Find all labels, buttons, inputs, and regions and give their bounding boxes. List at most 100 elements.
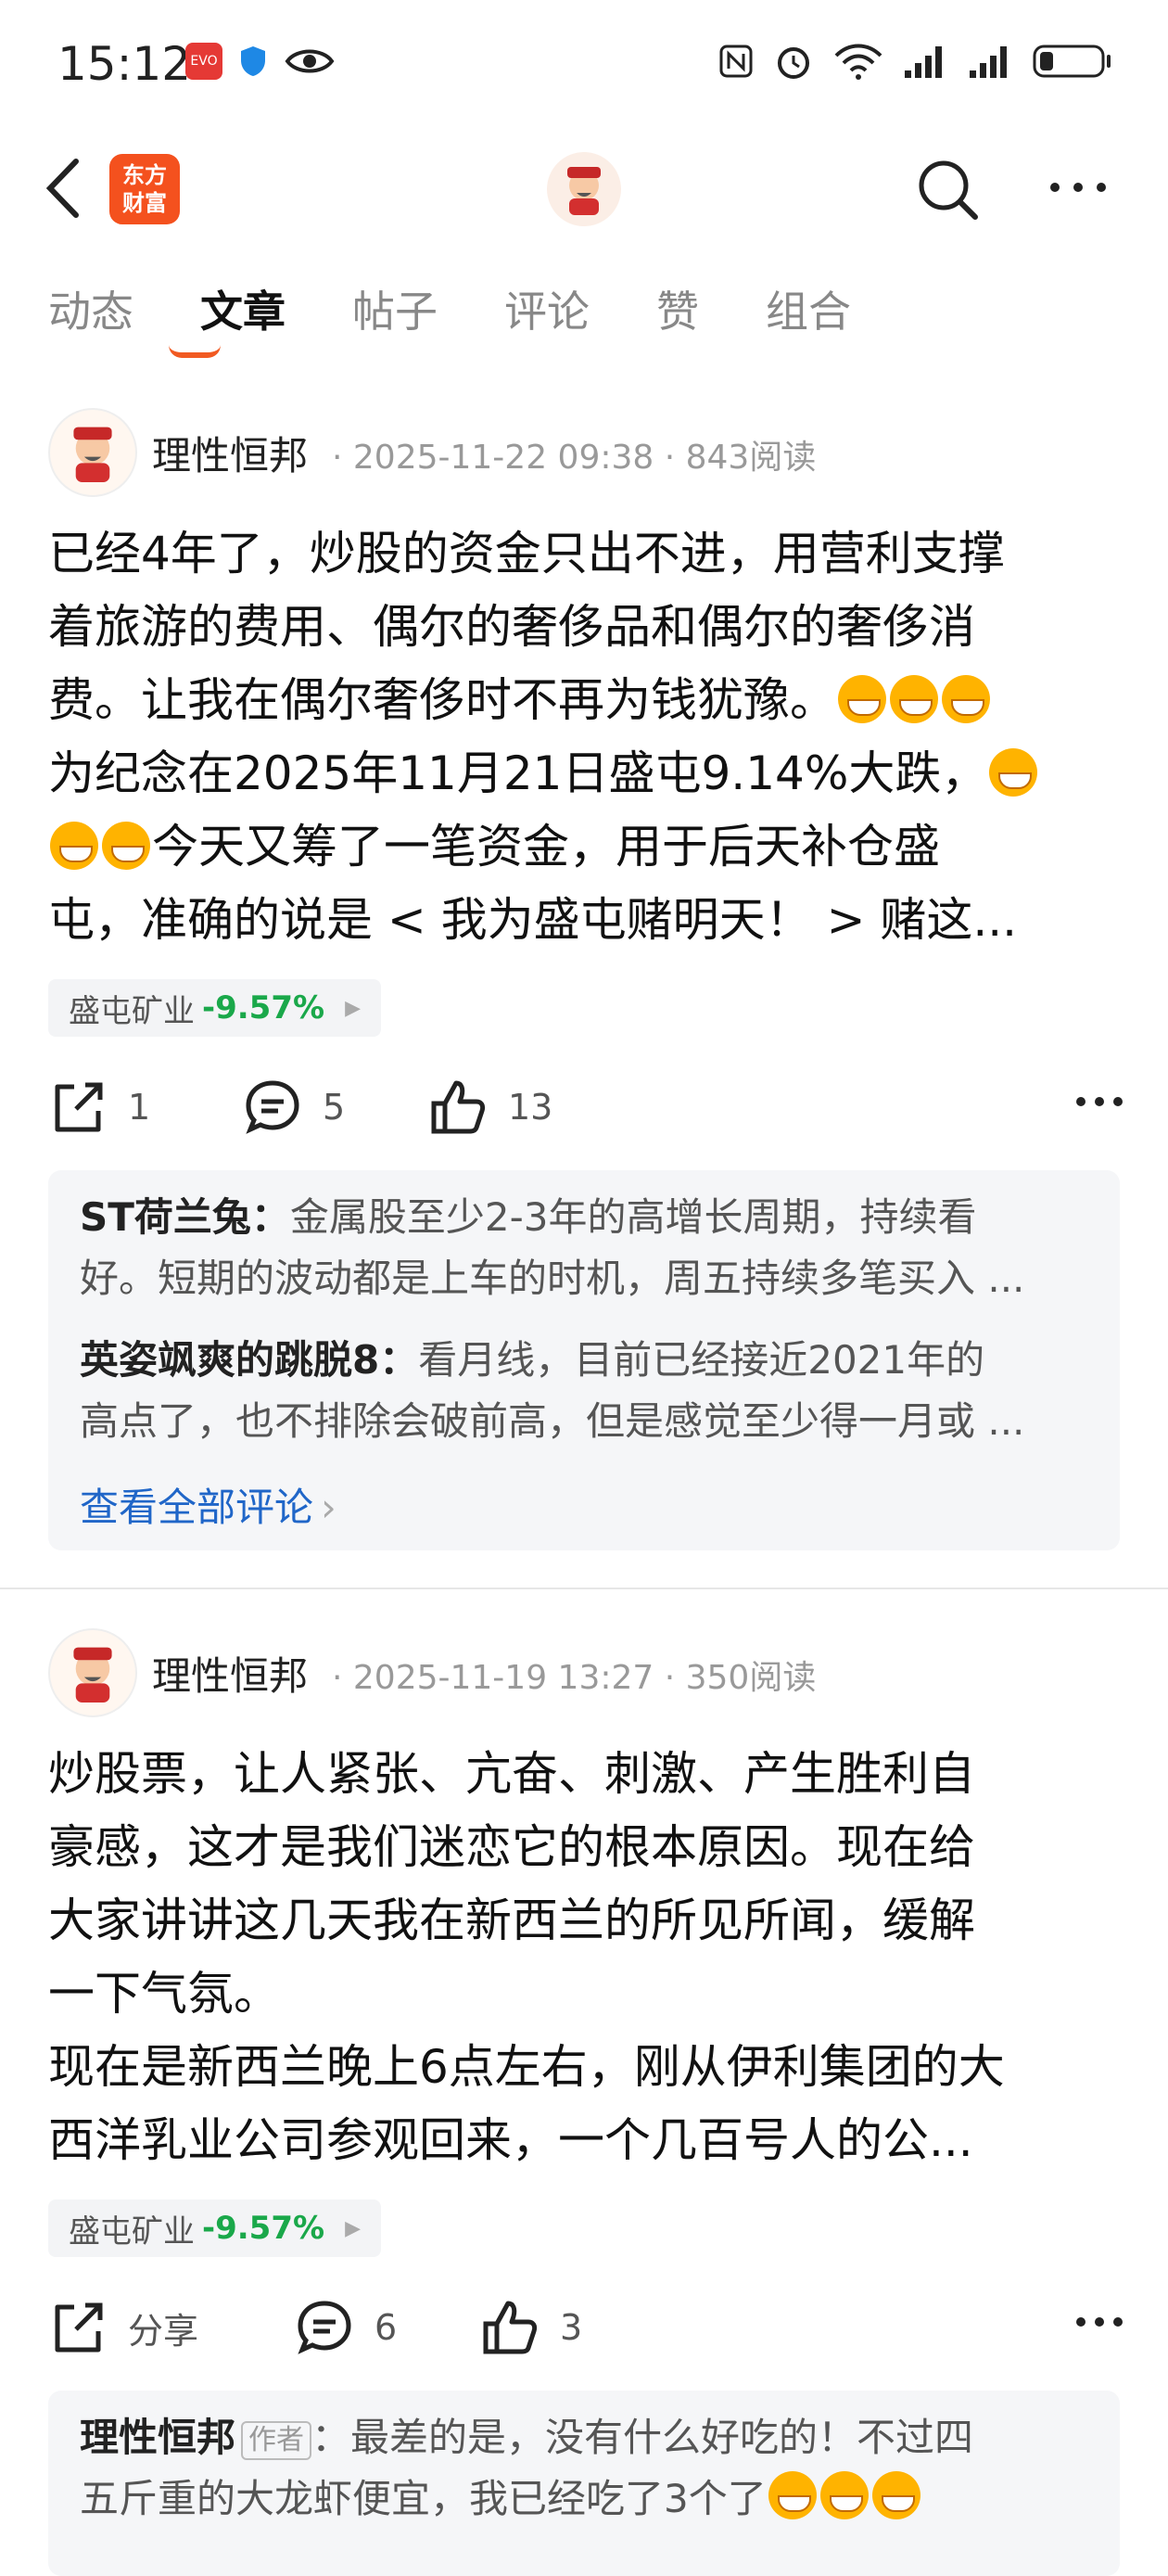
tab-comments[interactable]: 评论 xyxy=(504,278,590,339)
tab-posts[interactable]: 帖子 xyxy=(352,278,438,339)
comment-preview-box[interactable]: ST荷兰兔：金属股至少2-3年的高增长周期，持续看 好。短期的波动都是上车的时机… xyxy=(48,1170,1120,1550)
share-button[interactable]: 分享 xyxy=(48,2298,198,2357)
stock-name: 盛屯矿业 xyxy=(69,992,195,1030)
comment-icon xyxy=(298,2301,351,2354)
commenter-name[interactable]: 英姿飒爽的跳脱8： xyxy=(80,1337,418,1383)
grin-emoji-icon xyxy=(102,822,150,870)
stock-change: -9.57% xyxy=(202,989,325,1027)
alarm-icon xyxy=(778,47,809,79)
god-of-wealth-avatar-icon xyxy=(73,1647,112,1702)
commenter-name[interactable]: ST荷兰兔： xyxy=(80,1194,290,1240)
shield-icon xyxy=(241,46,265,76)
profile-avatar[interactable] xyxy=(547,152,621,226)
stock-change: -9.57% xyxy=(202,2210,325,2247)
status-bar: 15:12 EVO xyxy=(0,0,1168,130)
nfc-icon xyxy=(719,45,753,78)
comment-button[interactable]: 6 xyxy=(295,2298,397,2357)
like-button[interactable]: 13 xyxy=(428,1078,552,1137)
body-line: 屯，准确的说是 < 我为盛屯赌明天！ > 赌这... xyxy=(48,893,1018,947)
body-line: 大家讲讲这几天我在新西兰的所见所闻，缓解 xyxy=(48,1894,975,1947)
thumbs-up-icon xyxy=(431,1080,486,1134)
body-line: 已经4年了，炒股的资金只出不进，用营利支撑 xyxy=(48,527,1005,580)
post-body[interactable]: 已经4年了，炒股的资金只出不进，用营利支撑 着旅游的费用、偶尔的奢侈品和偶尔的奢… xyxy=(48,517,1124,957)
thumbs-up-icon xyxy=(483,2301,538,2354)
comment-preview[interactable]: ST荷兰兔：金属股至少2-3年的高增长周期，持续看 好。短期的波动都是上车的时机… xyxy=(80,1187,1090,1309)
comment-count: 5 xyxy=(323,1087,346,1128)
logo-text-line1: 东方 xyxy=(122,162,167,188)
wifi-icon xyxy=(834,44,882,80)
grin-emoji-icon xyxy=(50,822,98,870)
article-card[interactable]: 理性恒邦 · 2025-11-19 13:27 · 350阅读 炒股票，让人紧张… xyxy=(0,1625,1168,2576)
author-avatar[interactable] xyxy=(48,408,137,497)
back-arrow-icon[interactable] xyxy=(41,156,87,221)
evo-app-icon: EVO xyxy=(185,43,222,80)
play-arrow-icon: ▶ xyxy=(345,996,361,1020)
grin-emoji-icon xyxy=(871,2471,920,2519)
article-card[interactable]: 理性恒邦 · 2025-11-22 09:38 · 843阅读 已经4年了，炒股… xyxy=(0,404,1168,1573)
view-all-comments-link[interactable]: 查看全部评论 › xyxy=(80,1476,336,1533)
post-meta: · 2025-11-19 13:27 · 350阅读 xyxy=(332,1659,817,1697)
author-name[interactable]: 理性恒邦 xyxy=(152,1645,308,1702)
battery-icon xyxy=(1033,45,1111,78)
share-label: 1 xyxy=(128,1087,151,1128)
comment-button[interactable]: 5 xyxy=(243,1078,345,1137)
stock-tag[interactable]: 盛屯矿业 -9.57% ▶ xyxy=(48,979,381,1037)
share-label: 分享 xyxy=(128,2310,199,2352)
more-options-icon[interactable] xyxy=(1075,1083,1124,1120)
signal-icon-1 xyxy=(905,46,942,78)
grin-emoji-icon xyxy=(942,675,990,723)
active-tab-indicator xyxy=(169,345,221,358)
body-line: 一下气氛。 xyxy=(48,1967,280,2021)
search-icon[interactable] xyxy=(914,156,981,223)
body-line: 豪感，这才是我们迷恋它的根本原因。现在给 xyxy=(48,1820,975,1874)
top-nav: 东方 财富 xyxy=(0,139,1168,241)
body-line: 炒股票，让人紧张、亢奋、刺激、产生胜利自 xyxy=(48,1747,975,1801)
share-icon xyxy=(55,1082,103,1132)
god-of-wealth-avatar-icon xyxy=(73,427,112,482)
body-line-with-emoji: 费。让我在偶尔奢侈时不再为钱犹豫。 xyxy=(48,664,1124,737)
post-body[interactable]: 炒股票，让人紧张、亢奋、刺激、产生胜利自 豪感，这才是我们迷恋它的根本原因。现在… xyxy=(48,1738,1124,2177)
grin-emoji-icon xyxy=(819,2471,869,2519)
signal-icon-2 xyxy=(970,46,1007,78)
more-options-icon[interactable] xyxy=(1075,2303,1124,2340)
logo-text-line2: 财富 xyxy=(122,190,167,216)
tab-articles[interactable]: 文章 xyxy=(200,278,286,339)
like-count: 13 xyxy=(508,1087,553,1128)
comment-text: 好。短期的波动都是上车的时机，周五持续多笔买入 ... xyxy=(80,1256,1025,1301)
comment-text: ：最差的是，没有什么好吃的！不过四 xyxy=(311,2415,974,2460)
post-actions: 分享 6 3 xyxy=(48,2298,1124,2372)
grin-emoji-icon xyxy=(989,748,1038,797)
like-button[interactable]: 3 xyxy=(480,2298,582,2357)
chevron-right-icon: › xyxy=(321,1485,336,1530)
tab-dongtai[interactable]: 动态 xyxy=(48,278,133,339)
body-line: 西洋乳业公司参观回来，一个几百号人的公... xyxy=(48,2113,973,2167)
comment-preview[interactable]: 理性恒邦 作者 ：最差的是，没有什么好吃的！不过四 五斤重的大龙虾便宜，我已经吃了3… xyxy=(80,2407,1090,2530)
tab-portfolio[interactable]: 组合 xyxy=(766,278,851,339)
play-arrow-icon: ▶ xyxy=(345,2216,361,2240)
author-avatar[interactable] xyxy=(48,1628,137,1717)
tab-likes[interactable]: 赞 xyxy=(656,278,699,339)
stock-name: 盛屯矿业 xyxy=(69,2213,195,2251)
comment-count: 6 xyxy=(375,2307,398,2348)
comment-preview[interactable]: 英姿飒爽的跳脱8：看月线，目前已经接近2021年的 高点了，也不排除会破前高，但… xyxy=(80,1330,1090,1452)
stock-tag[interactable]: 盛屯矿业 -9.57% ▶ xyxy=(48,2200,381,2257)
comment-text: 看月线，目前已经接近2021年的 xyxy=(418,1337,985,1383)
comment-icon xyxy=(246,1080,299,1134)
share-button[interactable]: 1 xyxy=(48,1078,150,1137)
post-actions: 1 5 13 xyxy=(48,1078,1124,1152)
like-count: 3 xyxy=(560,2307,583,2348)
comment-preview-box[interactable]: 理性恒邦 作者 ：最差的是，没有什么好吃的！不过四 五斤重的大龙虾便宜，我已经吃了3… xyxy=(48,2391,1120,2576)
eye-icon xyxy=(285,49,335,73)
status-left-icons: EVO xyxy=(185,43,336,80)
body-line: 现在是新西兰晚上6点左右，刚从伊利集团的大 xyxy=(48,2040,1005,2094)
grin-emoji-icon xyxy=(838,675,886,723)
comment-text: 高点了，也不排除会破前高，但是感觉至少得一月或 ... xyxy=(80,1398,1025,1444)
status-right-icons xyxy=(717,41,1112,82)
god-of-wealth-avatar-icon xyxy=(567,167,601,215)
body-line-with-emoji: 为纪念在2025年11月21日盛屯9.14%大跌， xyxy=(48,737,1124,810)
commenter-name[interactable]: 理性恒邦 xyxy=(80,2415,235,2460)
more-options-icon[interactable] xyxy=(1047,161,1109,213)
status-time: 15:12 xyxy=(57,37,192,91)
post-divider xyxy=(0,1588,1168,1589)
author-name[interactable]: 理性恒邦 xyxy=(152,425,308,481)
